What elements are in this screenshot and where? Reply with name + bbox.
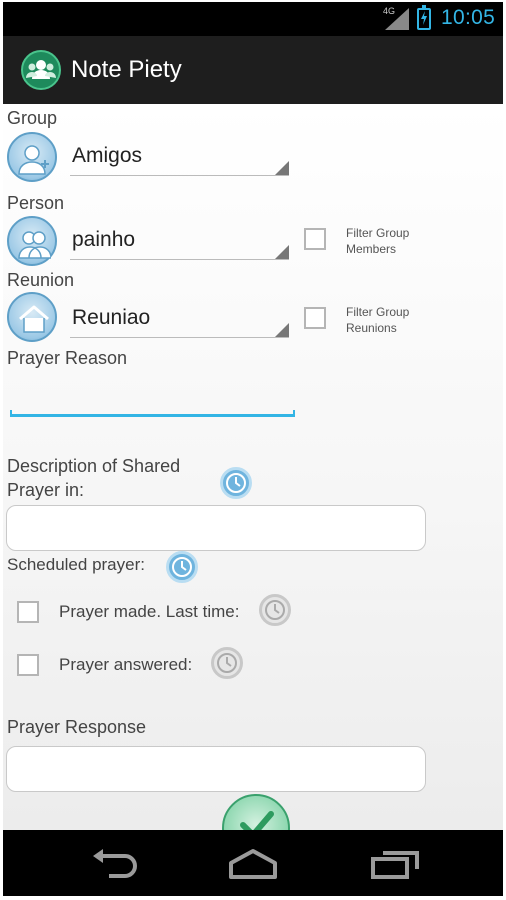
group-value: Amigos <box>72 144 143 167</box>
scheduled-prayer-label: Scheduled prayer: <box>7 555 145 574</box>
clock-icon[interactable] <box>166 551 198 583</box>
reunion-spinner[interactable]: Reuniao <box>70 300 289 340</box>
prayer-reason-input[interactable] <box>10 410 295 417</box>
filter-reunions-label: Filter Group Reunions <box>346 305 410 335</box>
battery-icon <box>417 5 431 30</box>
person-spinner[interactable]: painho <box>70 222 289 262</box>
person-label: Person <box>7 193 65 213</box>
dropdown-arrow-icon <box>275 323 289 337</box>
group-label: Group <box>7 108 58 128</box>
filter-reunions-checkbox[interactable] <box>304 307 326 329</box>
device-frame: 4G 10:05 Note Piety Group Amigos Person … <box>0 0 506 900</box>
filter-members-label: Filter Group Members <box>346 226 410 256</box>
prayer-made-checkbox[interactable] <box>17 601 39 623</box>
dropdown-arrow-icon <box>275 161 289 175</box>
filter-members-checkbox[interactable] <box>304 228 326 250</box>
prayer-made-label: Prayer made. Last time: <box>59 602 240 621</box>
app-title: Note Piety <box>71 56 182 83</box>
prayer-answered-checkbox[interactable] <box>17 654 39 676</box>
clock-time: 10:05 <box>441 6 496 29</box>
spinner-underline <box>70 337 289 338</box>
prayer-form: Group Amigos Person painho Filter Group … <box>3 104 503 830</box>
reunion-value: Reuniao <box>72 306 151 329</box>
status-bar: 4G 10:05 <box>3 2 503 36</box>
home-icon[interactable] <box>225 847 281 881</box>
people-group-icon[interactable] <box>21 50 61 90</box>
prayer-response-label: Prayer Response <box>7 717 147 737</box>
spinner-underline <box>70 259 289 260</box>
prayer-response-input[interactable] <box>6 746 426 792</box>
dropdown-arrow-icon <box>275 245 289 259</box>
reunion-label: Reunion <box>7 270 75 290</box>
confirm-button[interactable] <box>222 794 290 830</box>
prayer-reason-label: Prayer Reason <box>7 348 128 368</box>
clock-icon[interactable] <box>259 594 291 626</box>
navigation-bar <box>3 830 503 896</box>
shared-description-label: Description of Shared Prayer in: <box>7 456 181 500</box>
checkmark-icon <box>240 811 274 830</box>
house-icon[interactable] <box>7 292 57 342</box>
clock-icon[interactable] <box>220 467 252 499</box>
recent-apps-icon[interactable] <box>369 847 421 881</box>
group-spinner[interactable]: Amigos <box>70 138 289 178</box>
prayer-answered-label: Prayer answered: <box>59 655 193 674</box>
signal-icon <box>385 8 409 30</box>
shared-description-input[interactable] <box>6 505 426 551</box>
back-icon[interactable] <box>89 847 141 881</box>
clock-icon[interactable] <box>211 647 243 679</box>
person-value: painho <box>72 228 136 251</box>
spinner-underline <box>70 175 289 176</box>
person-icon[interactable] <box>7 216 57 266</box>
action-bar: Note Piety <box>3 36 503 104</box>
group-add-icon[interactable] <box>7 132 57 182</box>
